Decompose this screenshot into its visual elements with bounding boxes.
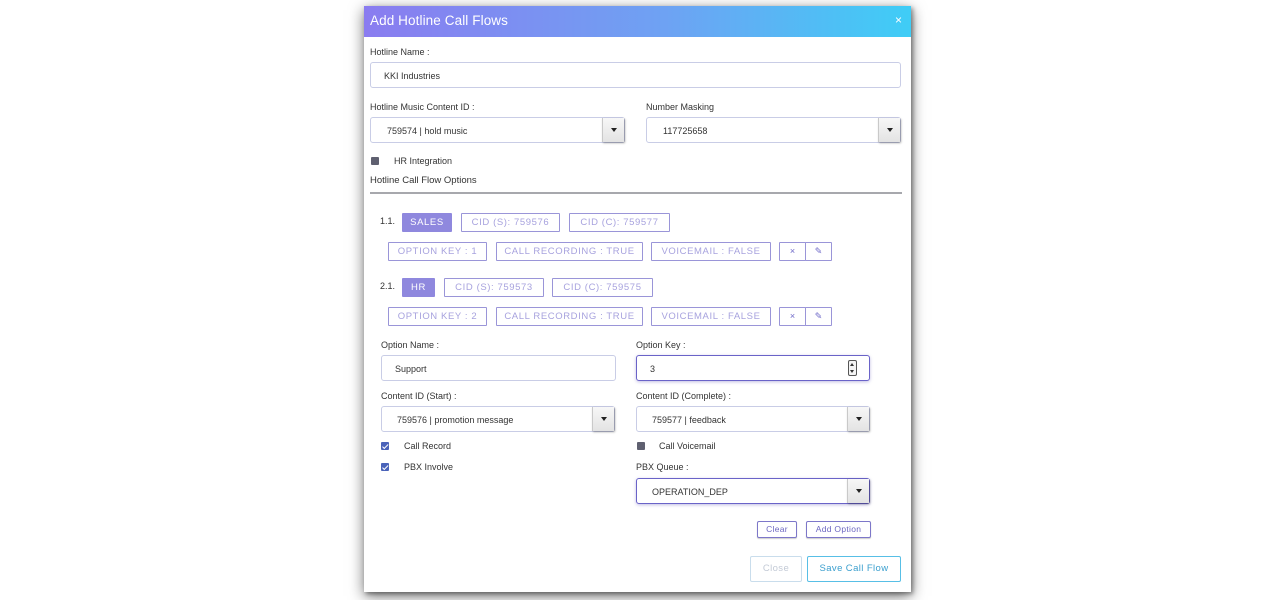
- hotline-name-label: Hotline Name :: [370, 47, 430, 57]
- chevron-down-icon[interactable]: [592, 407, 614, 431]
- hotline-name-input[interactable]: KKI Industries: [370, 62, 901, 88]
- option-name-label: Option Name :: [381, 340, 440, 350]
- pbx-queue-label: PBX Queue :: [636, 462, 689, 472]
- content-start-select[interactable]: 759576 | promotion message: [381, 406, 615, 432]
- edit-icon[interactable]: ✎: [805, 242, 832, 261]
- cid-complete-tag: CID (C): 759575: [552, 278, 653, 297]
- voicemail-tag: VOICEMAIL : FALSE: [651, 242, 771, 261]
- voicemail-tag: VOICEMAIL : FALSE: [651, 307, 771, 326]
- flow-index: 2.1.: [380, 281, 396, 291]
- music-content-label: Hotline Music Content ID :: [370, 102, 475, 112]
- delete-icon[interactable]: ×: [779, 307, 806, 326]
- number-masking-label: Number Masking: [646, 102, 715, 112]
- option-key-tag: OPTION KEY : 1: [388, 242, 487, 261]
- number-masking-select[interactable]: 117725658: [646, 117, 901, 143]
- cid-start-tag: CID (S): 759576: [461, 213, 560, 232]
- close-icon[interactable]: ×: [895, 13, 902, 27]
- hr-integration-label: HR Integration: [394, 156, 453, 166]
- call-record-checkbox[interactable]: [381, 442, 389, 450]
- option-name-input[interactable]: Support: [381, 355, 616, 381]
- pbx-queue-value: OPERATION_DEP: [652, 487, 728, 497]
- call-voicemail-label: Call Voicemail: [659, 441, 716, 451]
- call-recording-tag: CALL RECORDING : TRUE: [496, 242, 643, 261]
- pbx-involve-label: PBX Involve: [404, 462, 454, 472]
- chevron-down-icon[interactable]: [878, 118, 900, 142]
- hotline-name-value: KKI Industries: [384, 71, 441, 81]
- call-flow-options-heading: Hotline Call Flow Options: [370, 175, 477, 186]
- chevron-down-icon[interactable]: [847, 407, 869, 431]
- divider: [370, 192, 902, 194]
- call-record-label: Call Record: [404, 441, 452, 451]
- option-key-input[interactable]: 3: [636, 355, 870, 381]
- modal-title: Add Hotline Call Flows: [370, 13, 509, 28]
- content-start-label: Content ID (Start) :: [381, 391, 457, 401]
- add-option-button[interactable]: Add Option: [806, 521, 871, 538]
- hr-integration-checkbox[interactable]: [371, 157, 379, 165]
- content-complete-select[interactable]: 759577 | feedback: [636, 406, 870, 432]
- call-voicemail-checkbox[interactable]: [637, 442, 645, 450]
- add-hotline-call-flows-modal: Add Hotline Call Flows × Hotline Name : …: [364, 6, 911, 592]
- modal-header: Add Hotline Call Flows ×: [364, 6, 911, 37]
- content-complete-value: 759577 | feedback: [652, 415, 726, 425]
- music-content-value: 759574 | hold music: [387, 126, 468, 136]
- chevron-down-icon[interactable]: [602, 118, 624, 142]
- call-recording-tag: CALL RECORDING : TRUE: [496, 307, 643, 326]
- option-name-value: Support: [395, 364, 427, 374]
- flow-index: 1.1.: [380, 216, 396, 226]
- flow-name-tag: HR: [402, 278, 435, 297]
- stepper-icon[interactable]: [848, 360, 857, 376]
- content-start-value: 759576 | promotion message: [397, 415, 514, 425]
- pbx-involve-checkbox[interactable]: [381, 463, 389, 471]
- clear-button[interactable]: Clear: [757, 521, 797, 538]
- option-key-label: Option Key :: [636, 340, 686, 350]
- cid-complete-tag: CID (C): 759577: [569, 213, 670, 232]
- pbx-queue-select[interactable]: OPERATION_DEP: [636, 478, 870, 504]
- chevron-down-icon[interactable]: [847, 479, 869, 503]
- music-content-select[interactable]: 759574 | hold music: [370, 117, 625, 143]
- close-button[interactable]: Close: [750, 556, 802, 582]
- edit-icon[interactable]: ✎: [805, 307, 832, 326]
- option-key-value: 3: [650, 364, 656, 374]
- option-key-tag: OPTION KEY : 2: [388, 307, 487, 326]
- content-complete-label: Content ID (Complete) :: [636, 391, 732, 401]
- delete-icon[interactable]: ×: [779, 242, 806, 261]
- flow-name-tag: SALES: [402, 213, 452, 232]
- cid-start-tag: CID (S): 759573: [444, 278, 544, 297]
- number-masking-value: 117725658: [663, 126, 708, 136]
- save-call-flow-button[interactable]: Save Call Flow: [807, 556, 901, 582]
